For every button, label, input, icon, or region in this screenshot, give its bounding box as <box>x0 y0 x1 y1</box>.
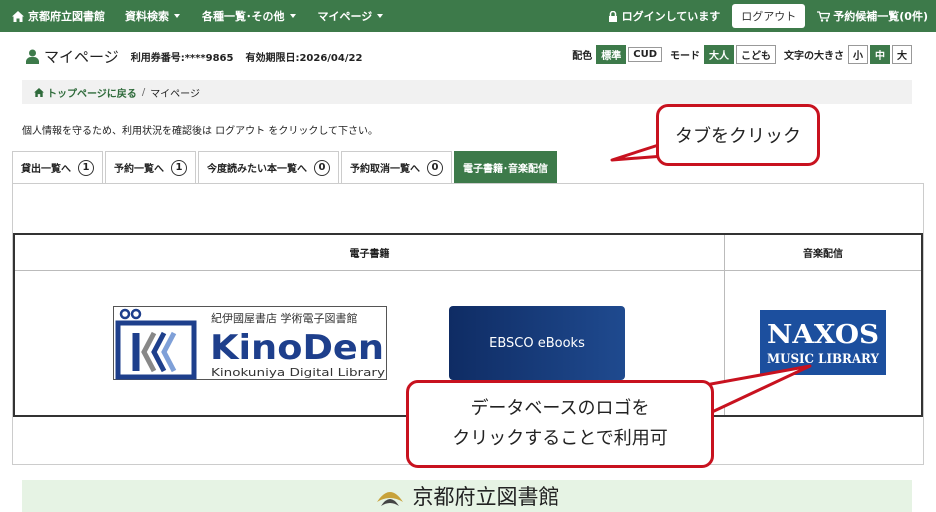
logo-hint-callout: データベースのロゴを クリックすることで利用可 <box>406 380 714 468</box>
logo-hint-line2: クリックすることで利用可 <box>452 428 668 449</box>
logo-hint-line1: データベースのロゴを <box>470 398 650 419</box>
tab-hint-callout: タブをクリック <box>656 104 820 166</box>
tab-hint-text: タブをクリック <box>675 126 801 147</box>
logo-callout-pointer <box>698 364 812 414</box>
